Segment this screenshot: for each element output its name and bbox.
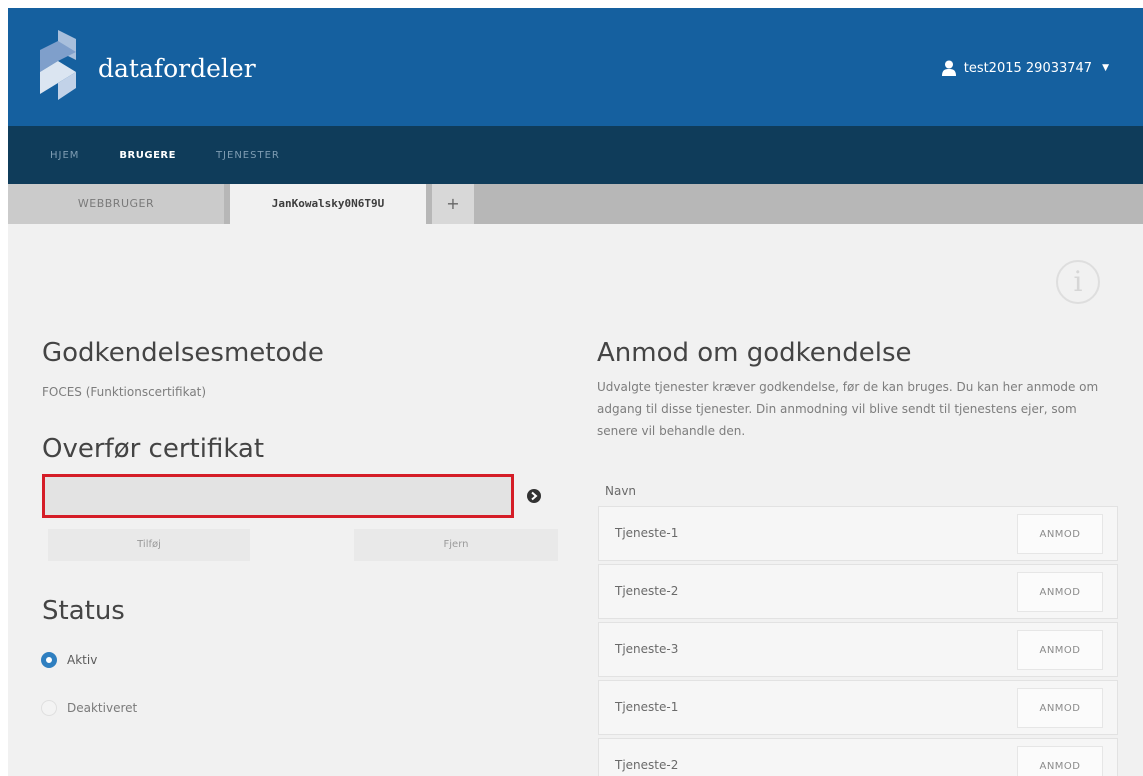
add-button[interactable]: Tilføj	[48, 529, 250, 561]
brand-name[interactable]: datafordeler	[98, 54, 256, 83]
service-name: Tjeneste-2	[615, 758, 679, 772]
request-button[interactable]: ANMOD	[1017, 688, 1103, 728]
service-row: Tjeneste-1 ANMOD	[598, 506, 1118, 561]
logo-icon[interactable]	[40, 30, 76, 100]
remove-button[interactable]: Fjern	[354, 529, 558, 561]
radio-selected[interactable]	[41, 652, 57, 668]
user-icon	[941, 60, 956, 76]
status-title: Status	[42, 596, 125, 626]
caret-down-icon: ▼	[1102, 63, 1109, 73]
request-button[interactable]: ANMOD	[1017, 572, 1103, 612]
request-button[interactable]: ANMOD	[1017, 630, 1103, 670]
status-label: Deaktiveret	[67, 701, 138, 715]
request-button[interactable]: ANMOD	[1017, 746, 1103, 776]
user-menu[interactable]: test2015 29033747 ▼	[941, 60, 1109, 76]
service-row: Tjeneste-3 ANMOD	[598, 622, 1118, 677]
certificate-field[interactable]	[42, 474, 514, 518]
tab-user[interactable]: JanKowalsky0N6T9U	[230, 184, 426, 224]
service-row: Tjeneste-2 ANMOD	[598, 738, 1118, 776]
add-tab-button[interactable]: +	[432, 184, 474, 224]
service-name: Tjeneste-3	[615, 642, 679, 656]
status-label: Aktiv	[67, 653, 98, 667]
service-name: Tjeneste-1	[615, 700, 679, 714]
service-row: Tjeneste-2 ANMOD	[598, 564, 1118, 619]
nav-item-hjem[interactable]: HJEM	[50, 150, 79, 161]
request-title: Anmod om godkendelse	[597, 338, 912, 368]
service-list: Tjeneste-1 ANMOD Tjeneste-2 ANMOD Tjenes…	[598, 506, 1118, 776]
info-icon[interactable]: i	[1056, 260, 1100, 304]
app-frame: datafordeler test2015 29033747 ▼ HJEM BR…	[8, 8, 1143, 776]
radio-unselected[interactable]	[41, 700, 57, 716]
tab-webbruger[interactable]: WEBBRUGER	[8, 184, 224, 224]
request-description: Udvalgte tjenester kræver godkendelse, f…	[597, 380, 1099, 438]
add-circle-icon[interactable]	[527, 489, 541, 503]
request-button[interactable]: ANMOD	[1017, 514, 1103, 554]
service-name: Tjeneste-2	[615, 584, 679, 598]
auth-method-value: FOCES (Funktionscertifikat)	[42, 385, 207, 399]
nav-item-brugere[interactable]: BRUGERE	[119, 150, 176, 161]
status-option-deaktiveret[interactable]: Deaktiveret	[41, 700, 137, 716]
status-option-aktiv[interactable]: Aktiv	[41, 652, 97, 668]
main-nav: HJEM BRUGERE TJENESTER	[8, 126, 1143, 184]
upload-certificate-title: Overfør certifikat	[42, 434, 265, 464]
user-name: test2015 29033747	[963, 60, 1093, 76]
column-header-name: Navn	[605, 484, 637, 498]
tab-bar: WEBBRUGER JanKowalsky0N6T9U +	[8, 184, 1143, 224]
service-row: Tjeneste-1 ANMOD	[598, 680, 1118, 735]
top-header: datafordeler test2015 29033747 ▼	[8, 8, 1143, 126]
auth-method-title: Godkendelsesmetode	[42, 338, 324, 368]
service-name: Tjeneste-1	[615, 526, 679, 540]
nav-item-tjenester[interactable]: TJENESTER	[216, 150, 280, 161]
